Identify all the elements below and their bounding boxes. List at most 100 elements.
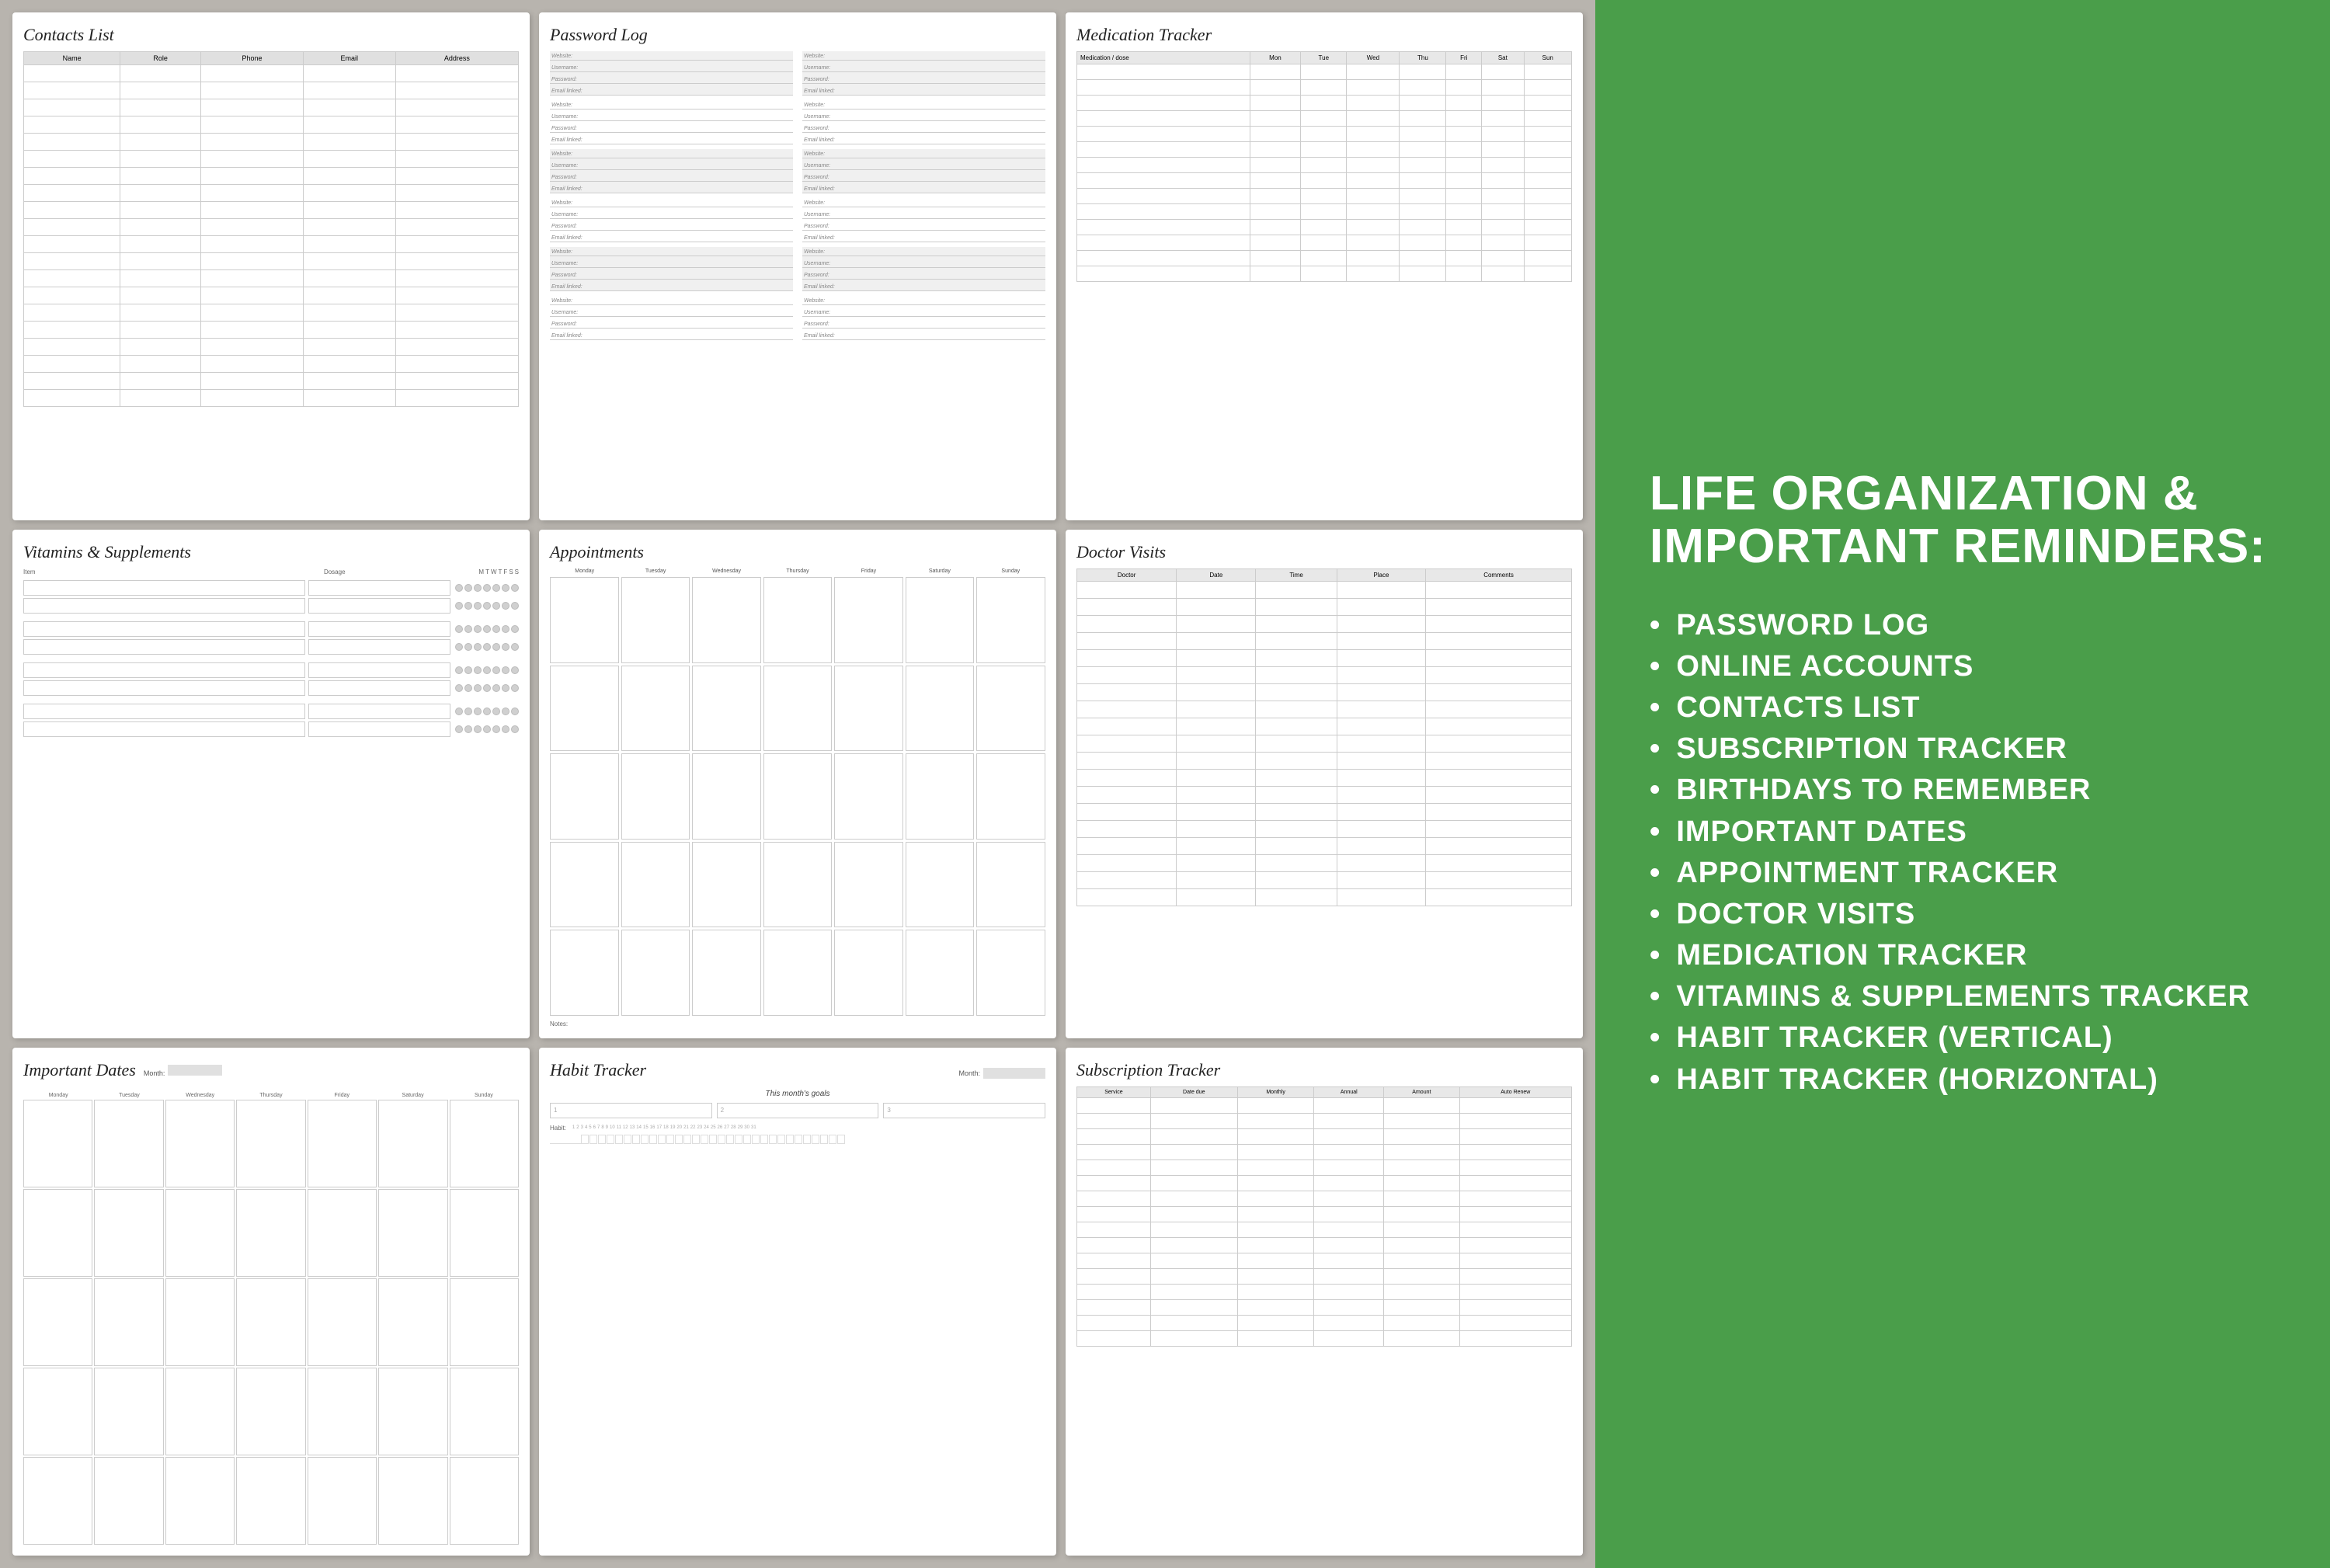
habit-goal-1: 1 [550,1103,712,1118]
habit-goal-3: 3 [883,1103,1045,1118]
vit-row [23,639,519,655]
table-row [1077,821,1572,838]
vit-row [23,721,519,737]
col-role: Role [120,52,201,65]
appt-cell [906,753,975,839]
table-row [1077,1237,1572,1253]
vit-dose-col: Dosage [324,568,474,575]
med-col-dose: Medication / dose [1077,52,1250,64]
cal-cell [94,1457,163,1545]
table-row [1077,1222,1572,1237]
num: 27 [724,1125,729,1130]
vit-item-field [23,721,305,737]
appt-cell [763,842,833,927]
habit-goals: 1 2 3 [550,1103,1045,1118]
pw-entry: Website: Username: Password: Email linke… [550,198,793,242]
appt-cell [763,666,833,751]
appt-cell [550,577,619,662]
day-sunday: Sunday [976,568,1045,574]
cal-cell [378,1278,447,1366]
vit-item-field [23,598,305,614]
vit-row [23,662,519,678]
pw-website: Website: [550,198,793,207]
habit-cell [752,1135,760,1144]
cal-cell [236,1457,305,1545]
table-row [1077,855,1572,872]
table-row [1077,889,1572,906]
habit-cell [607,1135,614,1144]
day-wednesday: Wednesday [692,568,761,574]
appt-cell [621,666,690,751]
table-row [1077,1175,1572,1191]
table-row [1077,1268,1572,1284]
pw-website: Website: [802,247,1045,256]
day-saturday: Saturday [905,568,974,574]
cal-cell [165,1278,235,1366]
habit-label: Habit: [550,1125,566,1132]
num: 25 [711,1125,716,1130]
habit-cell [837,1135,845,1144]
list-item-medication: MEDICATION TRACKER [1650,935,2276,976]
table-row [1077,96,1572,111]
list-item-vitamins: VITAMINS & SUPPLEMENTS TRACKER [1650,976,2276,1017]
pw-username: Username: [550,63,793,72]
vit-circles [455,684,519,692]
vit-dose-field [308,662,450,678]
appt-cell [621,930,690,1015]
table-row [1077,650,1572,667]
num: 4 [585,1125,587,1130]
appt-cell [550,753,619,839]
table-row [1077,204,1572,220]
cal-cell [23,1278,92,1366]
table-row [1077,1315,1572,1330]
vit-item-field [23,680,305,696]
appt-cell [692,666,761,751]
vit-dose-field [308,621,450,637]
vit-group-2 [23,621,519,655]
num: 21 [683,1125,689,1130]
med-col-mon: Mon [1250,52,1301,64]
vit-m: M [478,568,484,575]
vit-dose-field [308,639,450,655]
num: 18 [663,1125,669,1130]
habit-cell [658,1135,666,1144]
appt-cell [834,753,903,839]
cal-cell [94,1100,163,1187]
password-title: Password Log [550,25,1045,45]
num: 2 [576,1125,579,1130]
vit-s2: S [515,568,519,575]
vit-row [23,580,519,596]
pw-website: Website: [802,198,1045,207]
pw-entry: Website: Username: Password: Email linke… [550,100,793,144]
table-row [1077,1206,1572,1222]
pw-username: Username: [802,112,1045,121]
password-card: Password Log Website: Username: Password… [539,12,1056,520]
pw-password: Password: [802,123,1045,133]
pw-website: Website: [802,100,1045,110]
table-row [1077,235,1572,251]
table-row [24,99,519,116]
appt-cell [976,666,1045,751]
appt-cell [906,577,975,662]
num: 24 [704,1125,709,1130]
table-row [24,322,519,339]
habit-cell [803,1135,811,1144]
num: 22 [690,1125,696,1130]
pw-entry: Website: Username: Password: Email linke… [802,100,1045,144]
table-row [1077,111,1572,127]
table-row [1077,1128,1572,1144]
appointments-grid [550,577,1045,1015]
vit-row [23,704,519,719]
list-item-online-accounts: ONLINE ACCOUNTS [1650,646,2276,687]
appt-cell [906,842,975,927]
habit-cell [735,1135,742,1144]
table-row [1077,127,1572,142]
table-row [1077,142,1572,158]
appt-cell [550,930,619,1015]
pw-password: Password: [802,319,1045,329]
appt-cell [621,842,690,927]
subscription-title: Subscription Tracker [1076,1060,1572,1080]
table-row [24,373,519,390]
table-row [1077,701,1572,718]
cal-cell [308,1457,377,1545]
